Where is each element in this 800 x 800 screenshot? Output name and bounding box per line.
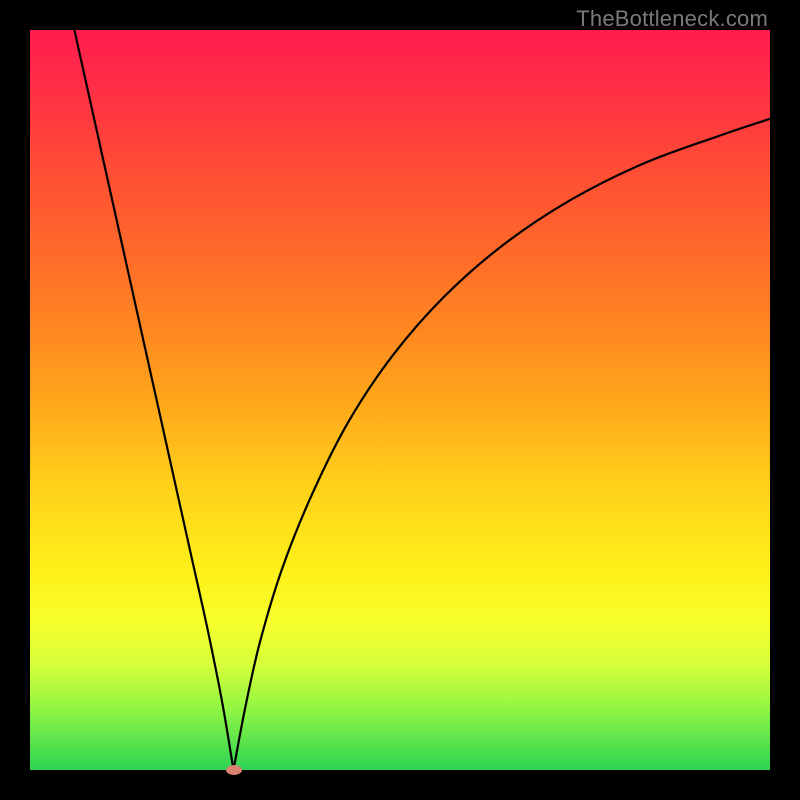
watermark-text: TheBottleneck.com [576, 6, 768, 32]
chart-frame: TheBottleneck.com [0, 0, 800, 800]
curve-left-branch [74, 30, 233, 770]
curve-right-branch [234, 119, 771, 770]
bottleneck-curve [30, 30, 770, 770]
minimum-point-marker [226, 765, 242, 775]
plot-area [30, 30, 770, 770]
